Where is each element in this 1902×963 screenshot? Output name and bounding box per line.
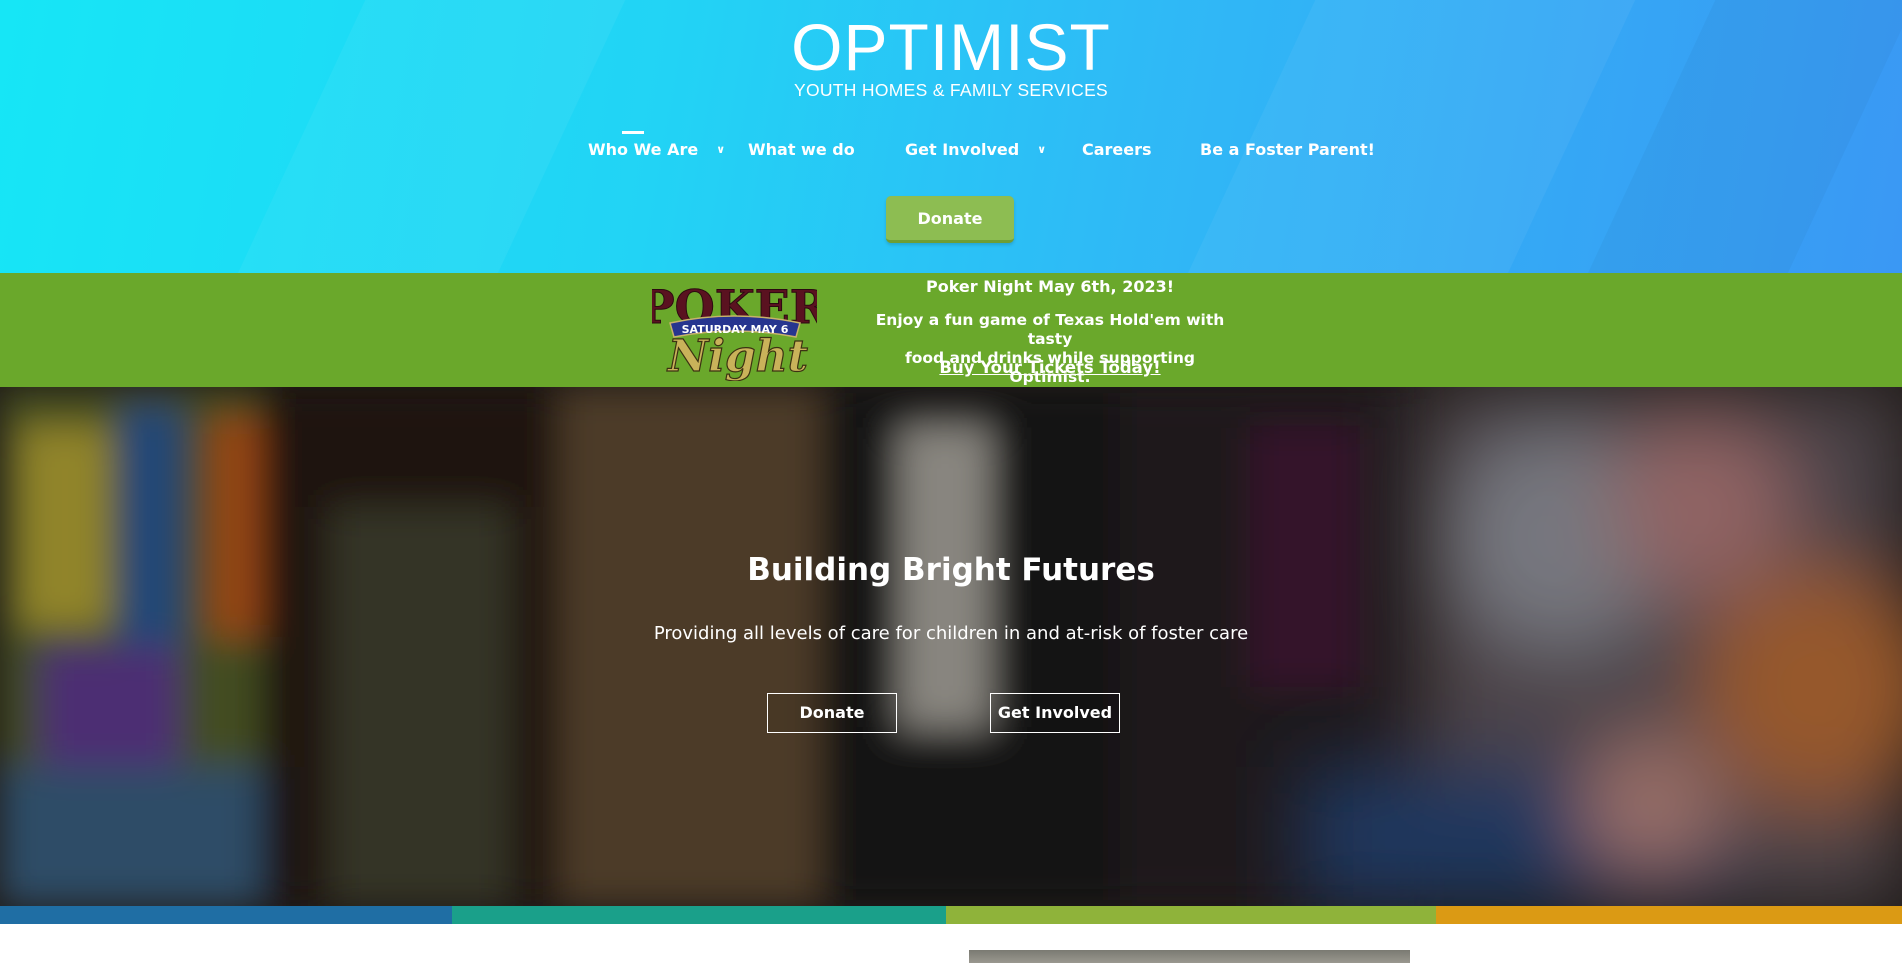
nav-label: What we do <box>748 140 855 159</box>
content-image-preview <box>969 950 1410 963</box>
nav-get-involved[interactable]: Get Involved ∨ <box>905 140 1046 159</box>
poker-night-logo[interactable]: POKER SATURDAY MAY 6 Night <box>652 279 817 382</box>
color-stripe-green <box>946 906 1436 924</box>
nav-who-we-are[interactable]: Who We Are ∨ <box>588 140 725 159</box>
hero-title: Building Bright Futures <box>747 552 1155 588</box>
buy-tickets-link[interactable]: Buy Your Tickets Today! <box>862 358 1238 377</box>
color-stripe-teal <box>452 906 946 924</box>
nav-foster-parent[interactable]: Be a Foster Parent! <box>1200 140 1375 159</box>
promo-body-line: Enjoy a fun game of Texas Hold'em with t… <box>875 311 1225 348</box>
promo-title: Poker Night May 6th, 2023! <box>925 277 1175 296</box>
logo-subtitle[interactable]: YOUTH HOMES & FAMILY SERVICES <box>0 80 1902 101</box>
logo-title[interactable]: OPTIMIST <box>0 12 1902 82</box>
poker-night-banner: POKER SATURDAY MAY 6 Night Poker Night M… <box>0 273 1902 387</box>
color-stripe-blue <box>0 906 452 924</box>
nav-careers[interactable]: Careers <box>1082 140 1152 159</box>
nav-label: Careers <box>1082 140 1152 159</box>
hero-subtitle: Providing all levels of care for childre… <box>653 623 1249 644</box>
chevron-down-icon: ∨ <box>1037 143 1047 156</box>
hero-get-involved-button[interactable]: Get Involved <box>990 693 1120 733</box>
site-header: OPTIMIST YOUTH HOMES & FAMILY SERVICES W… <box>0 0 1902 273</box>
nav-label: Get Involved <box>905 140 1020 159</box>
color-stripe-gold <box>1436 906 1902 924</box>
nav-what-we-do[interactable]: What we do <box>748 140 855 159</box>
hero-donate-button[interactable]: Donate <box>767 693 897 733</box>
nav-label: Who We Are <box>588 140 699 159</box>
main-nav: Who We Are ∨ What we do Get Involved ∨ Car… <box>0 140 1902 164</box>
hero-section: Building Bright Futures Providing all le… <box>0 387 1902 906</box>
header-donate-button[interactable]: Donate <box>886 196 1014 243</box>
nav-label: Be a Foster Parent! <box>1200 140 1375 159</box>
hero-background-photo <box>0 387 1902 906</box>
logo-word-night: Night <box>666 331 808 381</box>
chevron-down-icon: ∨ <box>716 143 726 156</box>
nav-active-indicator <box>622 131 644 134</box>
